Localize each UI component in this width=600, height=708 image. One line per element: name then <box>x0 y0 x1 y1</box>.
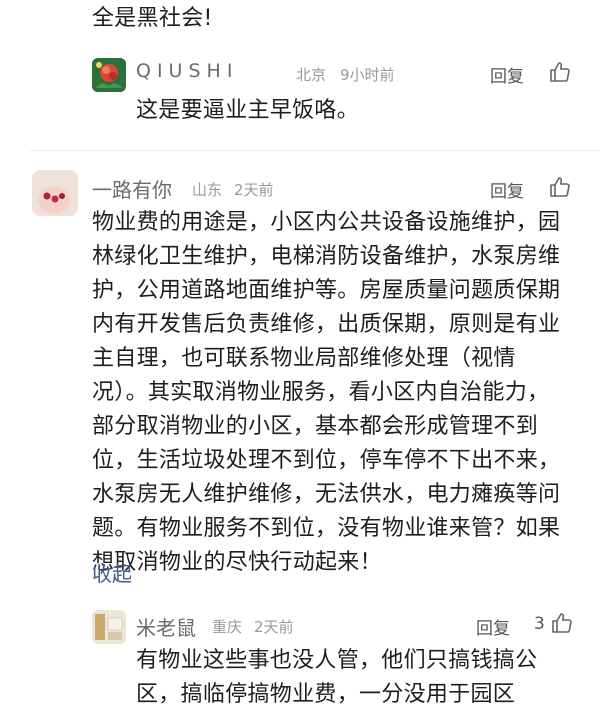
reply-button[interactable]: 回复 <box>476 614 510 639</box>
thumbs-up-icon[interactable] <box>550 611 574 639</box>
avatar-room-image <box>92 610 126 644</box>
comment-line: 主自理，也可联系物业局部维修处理（视情 <box>92 346 516 371</box>
divider <box>30 150 600 151</box>
collapse-link[interactable]: 收起 <box>92 558 132 587</box>
comment-text: 物业费的用途是，小区内公共设备设施维护，园 林绿化卫生维护，电梯消防设备维护，水… <box>92 206 592 580</box>
reply-button[interactable]: 回复 <box>490 62 524 87</box>
avatar[interactable] <box>92 58 126 92</box>
comment-line: 况）。其实取消物业服务，看小区内自治能力， <box>92 380 550 405</box>
comment-line: 位，生活垃圾处理不到位，停车停不下出不来， <box>92 448 561 473</box>
comment-line: 想取消物业的尽快行动起来！ <box>92 550 382 575</box>
timestamp: 2天前 <box>254 618 294 636</box>
user-name[interactable]: 一路有你 <box>92 174 172 203</box>
prev-comment-text: 全是黑社会! <box>92 6 213 31</box>
user-name[interactable]: 米老鼠 <box>136 612 196 641</box>
user-name[interactable]: QIUSHI <box>136 60 238 82</box>
location: 山东 <box>192 181 223 199</box>
comment-line: 内有开发售后负责维修，出质保期，原则是有业 <box>92 312 561 337</box>
like-count: 3 <box>534 614 545 634</box>
location: 北京 <box>296 66 327 84</box>
avatar[interactable] <box>92 610 126 644</box>
comment-line: 部分取消物业的小区，基本都会形成管理不到 <box>92 414 539 439</box>
comment-line: 护，公用道路地面维护等。房屋质量问题质保期 <box>92 278 561 303</box>
timestamp: 9小时前 <box>340 66 395 84</box>
timestamp: 2天前 <box>234 181 274 199</box>
reply-button[interactable]: 回复 <box>490 177 524 202</box>
reply-text: 这是要逼业主早饭咯。 <box>136 98 360 123</box>
avatar-flower-image <box>92 58 126 92</box>
comment-line: 题。有物业服务不到位，没有物业谁来管？如果 <box>92 516 561 541</box>
comment-thread: 全是黑社会! QIUSHI 北京 9小时前 回复 这是要逼业主早饭咯。 一路有你… <box>0 0 600 708</box>
comment-line: 林绿化卫生维护，电梯消防设备维护，水泵房维 <box>92 244 561 269</box>
reply-line: 区，搞临停搞物业费，一分没用于园区 <box>136 682 516 707</box>
reply-text: 有物业这些事也没人管，他们只搞钱搞公 区，搞临停搞物业费，一分没用于园区 <box>136 644 596 708</box>
thumbs-up-icon[interactable] <box>548 175 572 203</box>
reply-line: 有物业这些事也没人管，他们只搞钱搞公 <box>136 648 538 673</box>
thumbs-up-icon[interactable] <box>548 60 572 88</box>
comment-line: 物业费的用途是，小区内公共设备设施维护，园 <box>92 210 561 235</box>
avatar-hand-image <box>32 170 78 216</box>
comment-line: 水泵房无人维护维修，无法供水，电力瘫痪等问 <box>92 482 561 507</box>
location: 重庆 <box>212 618 243 636</box>
avatar[interactable] <box>32 170 78 216</box>
